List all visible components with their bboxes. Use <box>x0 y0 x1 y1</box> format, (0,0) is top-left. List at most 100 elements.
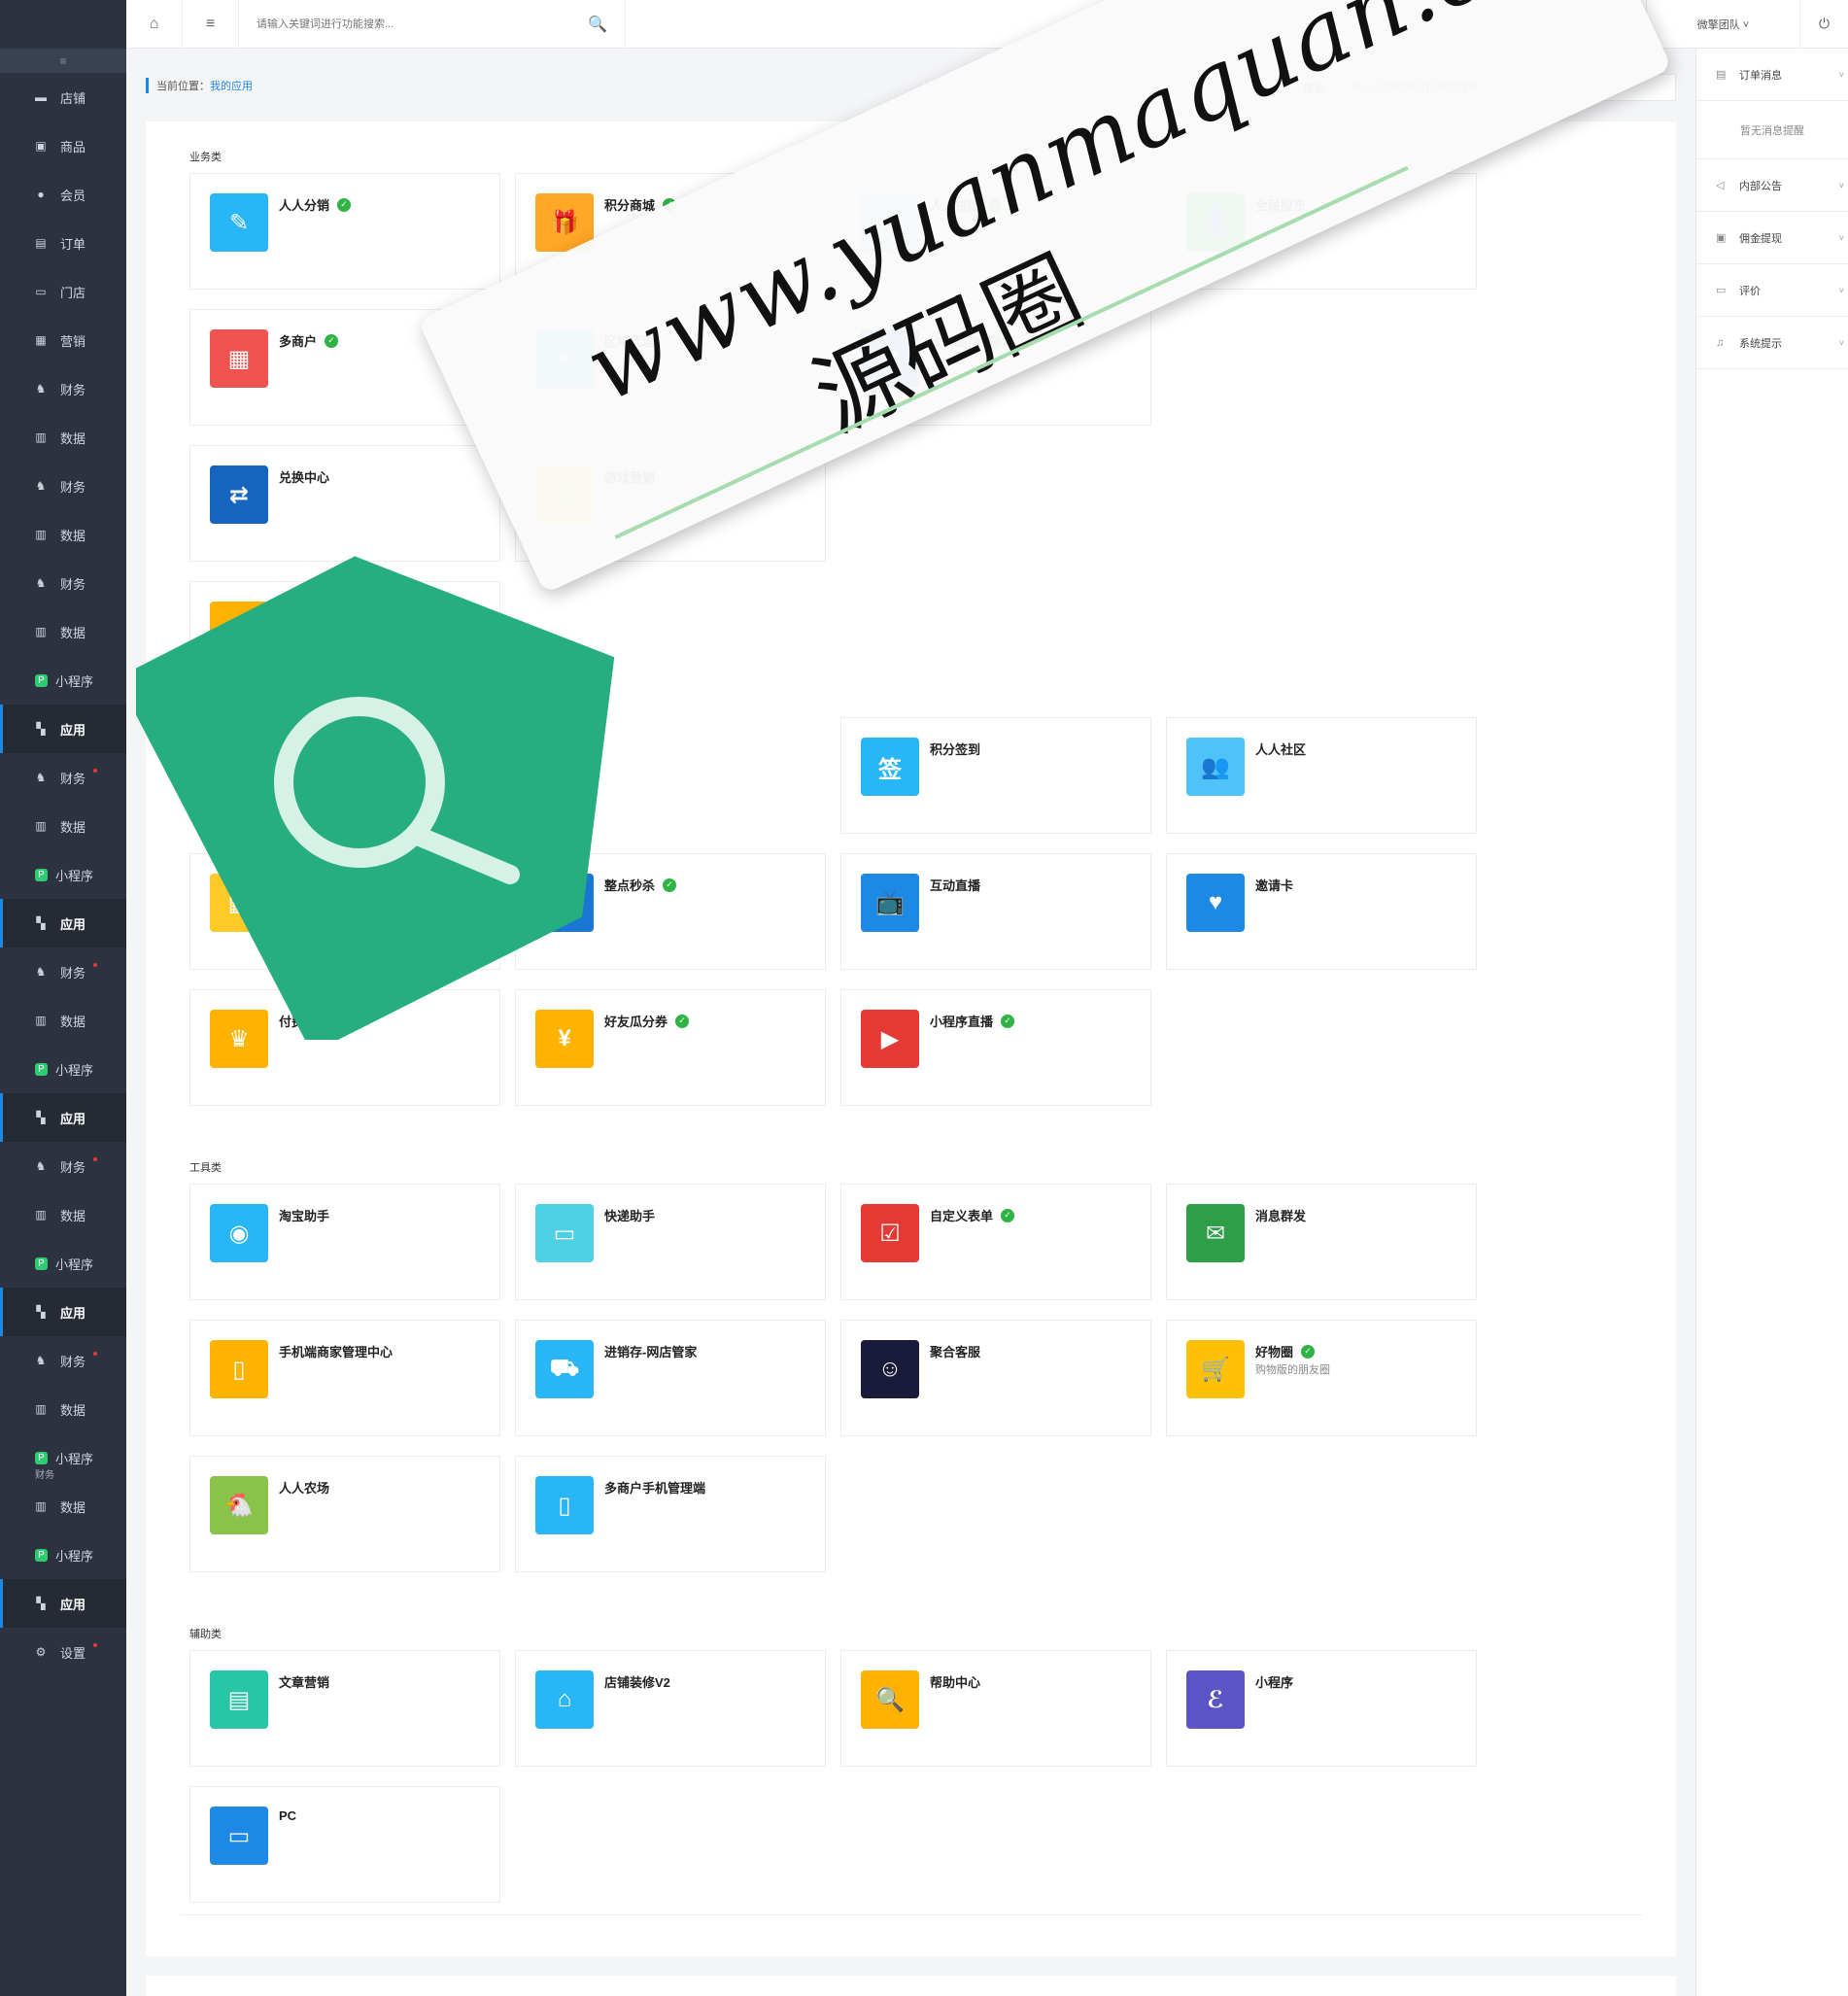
app-card[interactable]: ℰ 小程序 <box>1166 1650 1477 1767</box>
sidebar-item-label: 数据 <box>60 1499 86 1515</box>
sidebar-item[interactable]: ♞ 财务 <box>0 559 126 607</box>
sidebar-item[interactable]: ▚ 应用 <box>0 1093 126 1142</box>
sidebar-item[interactable]: ▥ 数据 <box>0 1190 126 1239</box>
sidebar-item[interactable]: ▚ 应用 <box>0 1288 126 1336</box>
app-card[interactable]: ▶ 小程序直播 ✓ <box>840 989 1151 1106</box>
miniprogram-icon: P <box>35 1062 48 1076</box>
breadcrumb-prefix: 当前位置： <box>156 81 210 92</box>
sidebar-fold-toggle[interactable]: ≡ <box>0 49 126 73</box>
sidebar-item[interactable]: ▦ 营销 <box>0 316 126 364</box>
apps-icon: ▚ <box>36 916 46 930</box>
chevron-down-icon[interactable]: ˅ <box>1839 286 1844 295</box>
sidebar-item[interactable]: ♞ 财务 <box>0 1336 126 1385</box>
sidebar-item-label: 数据 <box>60 1014 86 1029</box>
app-name-text: 聚合客服 <box>930 1345 981 1359</box>
app-name-text: 店铺装修V2 <box>604 1675 670 1690</box>
function-search-input[interactable] <box>257 17 577 30</box>
power-icon[interactable]: ⏻ <box>1799 0 1848 48</box>
home-icon[interactable]: ⌂ <box>126 0 183 48</box>
chart-icon: ▥ <box>35 430 47 444</box>
breadcrumb-current[interactable]: 我的应用 <box>210 78 253 93</box>
app-icon: ✉ <box>1186 1204 1245 1262</box>
app-card[interactable]: ⇄ 兑换中心 <box>189 445 500 562</box>
sidebar-item[interactable]: P 小程序 <box>0 850 126 899</box>
app-card[interactable]: 📺 互动直播 <box>840 853 1151 970</box>
chevron-down-icon[interactable]: ˅ <box>1839 181 1844 190</box>
app-card[interactable]: ▤ 文章营销 <box>189 1650 500 1767</box>
sidebar-item-label: 应用 <box>60 1305 86 1321</box>
app-card[interactable]: ◉ 淘宝助手 <box>189 1184 500 1300</box>
chart-icon: ▥ <box>35 819 47 833</box>
sidebar-item[interactable]: P 小程序 <box>0 656 126 705</box>
sidebar-item[interactable]: P 小程序 <box>0 1531 126 1579</box>
panel-item[interactable]: ♫ 系统提示 ˅ <box>1696 317 1848 369</box>
sidebar-item[interactable]: ▥ 数据 <box>0 802 126 850</box>
sidebar-item[interactable]: ▭ 门店 <box>0 267 126 316</box>
app-card[interactable]: ☑ 自定义表单 ✓ <box>840 1184 1151 1300</box>
sidebar-item[interactable]: ▚ 应用 <box>0 705 126 753</box>
app-card[interactable]: ▯ 多商户手机管理端 <box>515 1456 826 1572</box>
app-card[interactable]: ♥ 邀请卡 <box>1166 853 1477 970</box>
sidebar-item-label: 小程序 <box>55 868 94 883</box>
sidebar-item[interactable]: ▥ 数据 <box>0 1482 126 1531</box>
app-card[interactable]: 🐔 人人农场 <box>189 1456 500 1572</box>
chevron-down-icon[interactable]: ˅ <box>1839 338 1844 348</box>
app-card[interactable]: 🔍 帮助中心 <box>840 1650 1151 1767</box>
team-dropdown[interactable]: 微擎团队 ˅ <box>1646 0 1799 48</box>
app-card[interactable]: 签积分签到 <box>840 717 1151 834</box>
app-card[interactable]: ⌂ 店铺装修V2 <box>515 1650 826 1767</box>
sidebar-item[interactable]: ♞ 财务 <box>0 1142 126 1190</box>
sidebar-item-label: 门店 <box>60 285 86 300</box>
sidebar-item[interactable]: ♞ 财务 <box>0 364 126 413</box>
sidebar-item[interactable]: P 小程序 财务 <box>0 1433 126 1482</box>
sidebar-item[interactable]: ▥ 数据 <box>0 413 126 462</box>
chevron-down-icon[interactable]: ˅ <box>1839 70 1844 80</box>
sidebar-item[interactable]: ▬ 店铺 <box>0 73 126 121</box>
app-card[interactable]: 👥 人人社区 <box>1166 717 1477 834</box>
sidebar-item[interactable]: ♞ 财务 <box>0 462 126 510</box>
chevron-down-icon[interactable]: ˅ <box>1839 233 1844 243</box>
store-icon: ▬ <box>35 90 47 104</box>
panel-item[interactable]: ▣ 佣金提现 ˅ <box>1696 212 1848 264</box>
panel-item[interactable]: ◁ 内部公告 ˅ <box>1696 159 1848 212</box>
sidebar-item[interactable]: ▥ 数据 <box>0 510 126 559</box>
panel-item[interactable]: ▭ 评价 ˅ <box>1696 264 1848 317</box>
sidebar-item[interactable]: ⚙ 设置 <box>0 1628 126 1676</box>
sidebar-item[interactable]: ♞ 财务 <box>0 947 126 996</box>
app-name-text: 消息群发 <box>1255 1209 1307 1223</box>
sidebar-item[interactable]: ♞ 财务 <box>0 753 126 802</box>
app-card[interactable]: ☺ 聚合客服 <box>840 1320 1151 1436</box>
sidebar-item[interactable]: ● 会员 <box>0 170 126 219</box>
app-name: 邀请卡 <box>1255 876 1293 894</box>
search-icon[interactable]: 🔍 <box>588 15 607 34</box>
sidebar-item-label: 数据 <box>60 1208 86 1223</box>
app-card[interactable]: ▭ PC <box>189 1786 500 1903</box>
panel-item[interactable]: ▤ 订单消息 ˅ <box>1696 49 1848 101</box>
sidebar-item[interactable]: ▣ 商品 <box>0 121 126 170</box>
app-card[interactable]: ⛟ 进销存-网店管家 <box>515 1320 826 1436</box>
sidebar-item[interactable]: ▚ 应用 <box>0 899 126 947</box>
app-card[interactable]: ▯ 手机端商家管理中心 <box>189 1320 500 1436</box>
app-icon: ◉ <box>210 1204 268 1262</box>
clipboard-icon: ▤ <box>1716 69 1727 81</box>
money-icon: ♞ <box>35 771 47 784</box>
money-icon: ♞ <box>35 576 47 590</box>
sidebar-item[interactable]: ▥ 数据 <box>0 607 126 656</box>
sidebar-item[interactable]: ▥ 数据 <box>0 1385 126 1433</box>
menu-icon[interactable]: ≡ <box>183 0 239 48</box>
app-card[interactable]: ✎ 人人分销 ✓ <box>189 173 500 290</box>
sidebar-item[interactable]: ▥ 数据 <box>0 996 126 1045</box>
app-card[interactable]: 🛒 好物圈 ✓ 购物版的朋友圈 <box>1166 1320 1477 1436</box>
app-icon: 👥 <box>1186 738 1245 796</box>
sidebar-item[interactable]: ▤ 订单 <box>0 219 126 267</box>
sidebar-item[interactable]: P 小程序 <box>0 1239 126 1288</box>
notification-dot <box>93 1643 97 1647</box>
app-icon: 📺 <box>861 874 919 932</box>
sidebar-item[interactable]: P 小程序 <box>0 1045 126 1093</box>
sidebar-item[interactable]: ▚ 应用 <box>0 1579 126 1628</box>
apps-icon: ▚ <box>36 1111 46 1124</box>
app-card[interactable]: ▭ 快递助手 <box>515 1184 826 1300</box>
app-card[interactable]: ✉ 消息群发 <box>1166 1184 1477 1300</box>
gift-icon: ▦ <box>35 333 47 347</box>
wallet-icon: ▣ <box>1716 232 1727 244</box>
